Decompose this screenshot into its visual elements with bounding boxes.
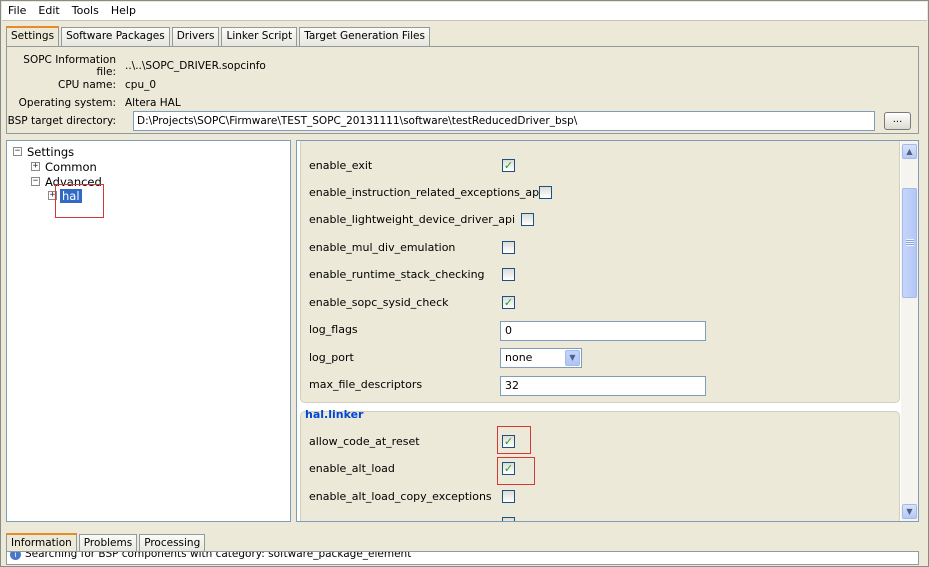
os-row: Operating system: Altera HAL [7, 95, 181, 111]
tree-label-settings: Settings [27, 144, 75, 159]
checkbox-enable-mul-div-emulation[interactable] [502, 241, 515, 254]
checkbox-enable-exit[interactable]: ✓ [502, 159, 515, 172]
label-log-flags: log_flags [309, 323, 358, 336]
scroll-down-icon[interactable]: ▼ [902, 504, 917, 519]
tab-information[interactable]: Information [6, 533, 77, 553]
checkbox-enable-instruction-related-exceptions-api[interactable] [539, 186, 552, 199]
bsp-dir-label: BSP target directory: [7, 115, 116, 127]
tree-node-common[interactable]: + Common [31, 159, 99, 174]
label-enable-alt-load: enable_alt_load [309, 462, 395, 475]
annotation-box-enable-alt-load [497, 457, 535, 485]
checkbox-enable-alt-load-copy-exceptions[interactable] [502, 490, 515, 503]
label-allow-code-at-reset: allow_code_at_reset [309, 435, 420, 448]
label-enable-runtime-stack-checking: enable_runtime_stack_checking [309, 268, 485, 281]
scroll-thumb[interactable] [902, 188, 917, 298]
tree-label-common: Common [45, 159, 97, 174]
browse-button[interactable]: ... [884, 112, 911, 130]
label-log-port: log_port [309, 351, 354, 364]
info-icon: i [10, 552, 21, 560]
sopc-info-value: ..\..\SOPC_DRIVER.sopcinfo [125, 60, 266, 72]
max-file-descriptors-input[interactable]: 32 [500, 376, 706, 396]
checkbox-enable-runtime-stack-checking[interactable] [502, 268, 515, 281]
tree-node-settings[interactable]: − Settings [13, 144, 76, 159]
label-enable-exit: enable_exit [309, 159, 373, 172]
tab-settings[interactable]: Settings [6, 26, 60, 47]
chevron-down-icon[interactable]: ▼ [565, 350, 580, 366]
label-enable-mul-div-emulation: enable_mul_div_emulation [309, 241, 456, 254]
log-port-select[interactable]: none ▼ [500, 348, 582, 368]
checkbox-next-setting-partial[interactable] [502, 517, 515, 521]
checkbox-enable-lightweight-device-driver-api[interactable] [521, 213, 534, 226]
collapse-icon[interactable]: − [31, 177, 40, 186]
sopc-info-row: SOPC Information file: ..\..\SOPC_DRIVER… [7, 54, 266, 78]
collapse-icon[interactable]: − [13, 147, 22, 156]
label-enable-lightweight-device-driver-api: enable_lightweight_device_driver_api [309, 213, 516, 226]
bsp-info-panel: SOPC Information file: ..\..\SOPC_DRIVER… [6, 46, 919, 134]
log-port-value: none [505, 351, 533, 364]
menu-file[interactable]: File [2, 2, 32, 20]
os-label: Operating system: [18, 97, 116, 109]
bottom-tabs: Information Problems Processing [6, 532, 207, 553]
tab-drivers[interactable]: Drivers [171, 27, 220, 46]
sopc-info-label: SOPC Information file: [23, 54, 116, 78]
label-enable-sopc-sysid-check: enable_sopc_sysid_check [309, 296, 449, 309]
app-window: File Edit Tools Help Settings Software P… [0, 0, 929, 567]
cpu-name-label: CPU name: [57, 79, 116, 91]
settings-tree: − Settings + Common − Advanced + hal [6, 140, 291, 522]
menu-help[interactable]: Help [105, 2, 142, 20]
status-message: Searching for BSP components with catego… [25, 551, 412, 560]
expand-icon[interactable]: + [31, 162, 40, 171]
tab-target-generation-files[interactable]: Target Generation Files [299, 27, 430, 46]
menu-edit[interactable]: Edit [32, 2, 65, 20]
bsp-directory-input[interactable]: D:\Projects\SOPC\Firmware\TEST_SOPC_2013… [133, 111, 875, 131]
annotation-box-hal [55, 184, 104, 218]
tab-processing[interactable]: Processing [139, 534, 206, 552]
scroll-up-icon[interactable]: ▲ [902, 144, 917, 159]
label-max-file-descriptors: max_file_descriptors [309, 378, 423, 391]
settings-scrollbar[interactable]: ▲ ▼ [901, 141, 918, 521]
annotation-box-allow-code-at-reset [497, 426, 531, 454]
cpu-name-value: cpu_0 [125, 79, 157, 91]
checkbox-enable-sopc-sysid-check[interactable]: ✓ [502, 296, 515, 309]
information-console: i Searching for BSP components with categ… [6, 551, 919, 565]
log-flags-input[interactable]: 0 [500, 321, 706, 341]
os-value: Altera HAL [125, 97, 181, 109]
label-enable-alt-load-copy-exceptions: enable_alt_load_copy_exceptions [309, 490, 492, 503]
tab-problems[interactable]: Problems [78, 534, 138, 552]
bsp-dir-row: BSP target directory: [7, 113, 125, 129]
tab-linker-script[interactable]: Linker Script [221, 27, 298, 46]
menu-bar: File Edit Tools Help [2, 2, 927, 21]
tab-software-packages[interactable]: Software Packages [61, 27, 170, 46]
main-tabs: Settings Software Packages Drivers Linke… [6, 26, 432, 47]
label-enable-instruction-related-exceptions-api: enable_instruction_related_exceptions_ap… [309, 186, 543, 199]
settings-panel: enable_exit ✓ enable_instruction_related… [296, 140, 919, 522]
hal-linker-title: hal.linker [305, 408, 364, 421]
grip-icon [906, 239, 914, 246]
cpu-name-row: CPU name: cpu_0 [7, 77, 156, 93]
menu-tools[interactable]: Tools [66, 2, 105, 20]
